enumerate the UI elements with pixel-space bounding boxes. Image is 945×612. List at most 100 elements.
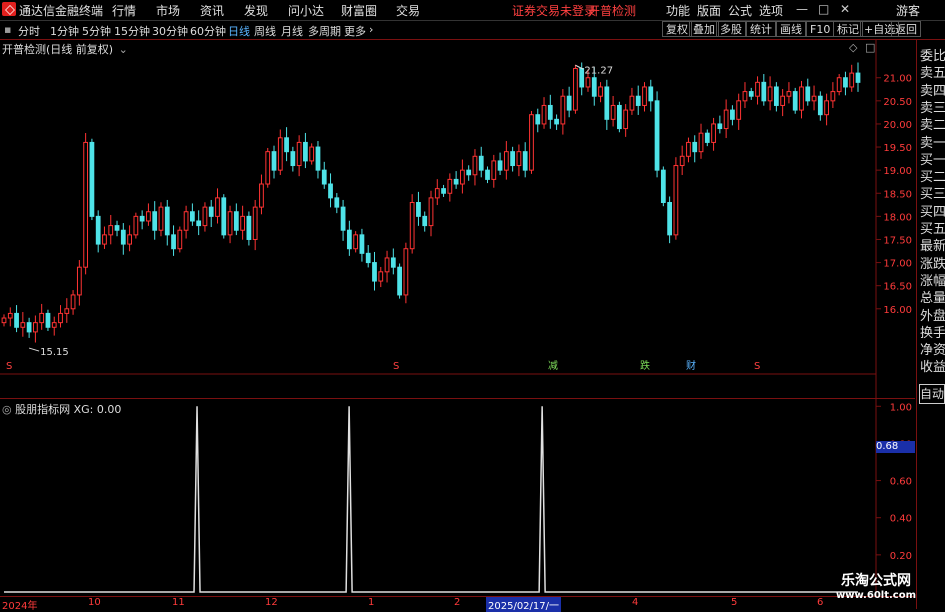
date-label: 5 bbox=[731, 597, 738, 608]
candle-body bbox=[554, 118, 559, 125]
panel-item[interactable]: 最新 bbox=[920, 235, 945, 254]
candle-body bbox=[108, 225, 114, 236]
y-tick-label: 16.00 bbox=[883, 305, 912, 316]
auto-button[interactable]: 自动 bbox=[919, 384, 945, 404]
panel-item[interactable]: 买一 bbox=[920, 149, 945, 168]
candle-body bbox=[353, 234, 359, 250]
date-label: 2 bbox=[454, 597, 461, 608]
candle-body bbox=[773, 86, 779, 106]
candle-body bbox=[654, 100, 660, 171]
panel-item[interactable]: 净资 bbox=[920, 339, 945, 358]
candle-body bbox=[227, 211, 233, 236]
candle-body bbox=[277, 137, 283, 171]
panel-item[interactable]: 买二 bbox=[920, 166, 945, 185]
signal-marker: 减 bbox=[548, 360, 558, 372]
panel-item[interactable]: 外盘 bbox=[920, 305, 945, 324]
date-label: 11 bbox=[172, 597, 185, 608]
watermark-title: 乐淘公式网 bbox=[841, 573, 911, 589]
date-label: 2024年 bbox=[2, 601, 38, 612]
date-label: 12 bbox=[265, 597, 278, 608]
candle-body bbox=[742, 91, 748, 102]
signal-marker: S bbox=[393, 361, 399, 372]
panel-item[interactable]: 买五 bbox=[920, 218, 945, 237]
candle-body bbox=[397, 266, 402, 296]
candle-body bbox=[20, 322, 26, 328]
watermark: 乐淘公式网 www.60lt.com bbox=[826, 570, 926, 601]
candle-body bbox=[208, 206, 214, 217]
y-tick-label: 17.50 bbox=[883, 235, 912, 246]
candle-body bbox=[447, 178, 453, 194]
y-tick-label: 17.00 bbox=[883, 259, 912, 270]
selected-date: 2025/02/17/一 bbox=[486, 597, 562, 612]
candle-body bbox=[215, 197, 220, 217]
candle-body bbox=[70, 294, 76, 310]
candle-body bbox=[403, 248, 409, 296]
candle-body bbox=[698, 132, 704, 153]
candle-body bbox=[723, 109, 729, 130]
panel-item[interactable]: 涨跌 bbox=[920, 253, 945, 272]
y-tick-label: 16.50 bbox=[883, 282, 912, 293]
y-tick-label: 21.00 bbox=[883, 74, 912, 85]
candle-body bbox=[717, 123, 723, 130]
candle-body bbox=[290, 151, 296, 167]
panel-item[interactable]: 卖二 bbox=[920, 114, 945, 133]
candle-body bbox=[736, 100, 742, 120]
candle-body bbox=[158, 206, 164, 231]
candle-body bbox=[114, 225, 120, 231]
ind-y-tick-label: 0.40 bbox=[890, 514, 912, 525]
candle-body bbox=[510, 151, 516, 167]
panel-item[interactable]: 买三 bbox=[920, 183, 945, 202]
panel-item[interactable]: 买四 bbox=[920, 201, 945, 220]
candle-body bbox=[372, 262, 377, 282]
indicator-dot-icon: ◎ bbox=[2, 403, 12, 416]
candle-body bbox=[648, 86, 654, 102]
panel-item[interactable]: 卖三 bbox=[920, 97, 945, 116]
y-tick-label: 20.50 bbox=[883, 97, 912, 108]
candle-body bbox=[202, 206, 208, 227]
candle-body bbox=[830, 91, 836, 102]
candle-body bbox=[460, 169, 465, 185]
panel-item[interactable]: 总量 bbox=[920, 287, 945, 306]
candle-body bbox=[522, 151, 528, 171]
quote-side-panel: 委比 卖五 卖四 卖三 卖二 卖一 买一 买二 买三 买四 买五 最新 涨跌 涨幅 总量 外盘 换手 净资 收益 bbox=[916, 39, 945, 609]
candle-body bbox=[334, 197, 340, 208]
candle-body bbox=[240, 215, 246, 231]
candle-body bbox=[177, 229, 183, 250]
candle-body bbox=[503, 151, 509, 171]
candle-body bbox=[346, 229, 352, 250]
y-tick-label: 18.50 bbox=[883, 189, 912, 200]
indicator-line bbox=[4, 406, 858, 593]
candle-body bbox=[792, 91, 798, 111]
panel-item[interactable]: 卖一 bbox=[920, 132, 945, 151]
panel-item[interactable]: 涨幅 bbox=[920, 270, 945, 289]
y-tick-label: 19.00 bbox=[883, 166, 912, 177]
candle-body bbox=[478, 155, 484, 171]
candle-body bbox=[434, 188, 440, 199]
candle-body bbox=[365, 252, 371, 264]
candle-body bbox=[755, 81, 760, 97]
panel-item[interactable]: 换手 bbox=[920, 322, 945, 341]
candle-body bbox=[529, 114, 534, 171]
candle-body bbox=[466, 169, 472, 176]
candle-body bbox=[849, 72, 855, 88]
candle-body bbox=[623, 109, 629, 130]
candle-body bbox=[635, 95, 641, 106]
candle-body bbox=[139, 215, 145, 222]
candle-body bbox=[146, 211, 151, 222]
panel-item[interactable]: 委比 bbox=[920, 45, 945, 64]
panel-item[interactable]: 收益 bbox=[920, 356, 945, 375]
candle-body bbox=[836, 77, 842, 93]
ind-y-tick-label: 0.20 bbox=[890, 551, 912, 562]
panel-item[interactable]: 卖五 bbox=[920, 62, 945, 81]
date-label: 1 bbox=[368, 597, 375, 608]
chart-canvas[interactable]: 16.00 16.50 17.00 17.50 18.00 18.50 19.00 19.50… bbox=[0, 0, 945, 609]
date-axis: 2024年 10 11 12 1 2 2025/02/17/一 4 5 6 bbox=[0, 596, 915, 612]
candle-body bbox=[26, 322, 32, 333]
candle-body bbox=[315, 146, 321, 171]
candle-body bbox=[573, 67, 578, 111]
panel-item[interactable]: 卖四 bbox=[920, 80, 945, 99]
candle-body bbox=[610, 104, 616, 120]
signal-marker: 跌 bbox=[640, 359, 650, 372]
candle-body bbox=[252, 206, 258, 240]
candle-body bbox=[45, 312, 51, 328]
